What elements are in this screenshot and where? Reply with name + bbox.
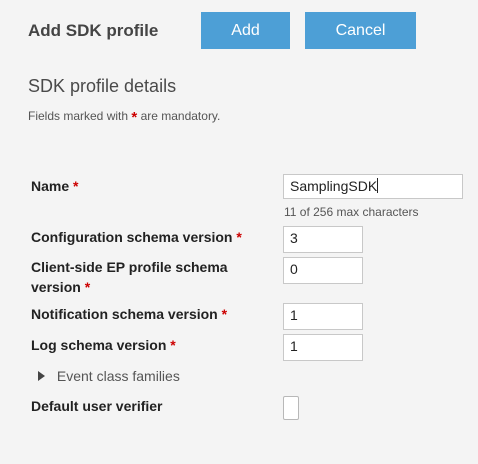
notification-schema-label: Notification schema version *: [31, 304, 227, 324]
mandatory-note: Fields marked with * are mandatory.: [28, 107, 221, 126]
mandatory-note-after: are mandatory.: [140, 109, 221, 123]
config-schema-label: Configuration schema version *: [31, 227, 242, 247]
name-input-value: SamplingSDK: [290, 178, 378, 194]
event-class-families-toggle[interactable]: Event class families: [38, 368, 180, 384]
required-marker: *: [73, 178, 79, 194]
log-schema-input[interactable]: 1: [283, 334, 363, 361]
add-button[interactable]: Add: [201, 12, 290, 49]
name-label: Name *: [31, 176, 78, 196]
name-label-text: Name: [31, 178, 70, 194]
ep-profile-schema-input[interactable]: 0: [283, 257, 363, 284]
config-schema-input[interactable]: 3: [283, 226, 363, 253]
page-title: Add SDK profile: [28, 21, 159, 40]
default-user-verifier-select[interactable]: [283, 396, 299, 420]
required-marker: *: [236, 229, 242, 245]
log-schema-label: Log schema version *: [31, 335, 176, 355]
config-schema-label-text: Configuration schema version: [31, 229, 233, 245]
ep-profile-schema-label-line2-wrap: version *: [31, 277, 228, 297]
cancel-button[interactable]: Cancel: [305, 12, 416, 49]
notification-schema-input[interactable]: 1: [283, 303, 363, 330]
ep-profile-schema-label: Client-side EP profile schema version *: [31, 257, 228, 297]
triangle-right-icon: [38, 371, 45, 381]
ep-profile-schema-label-line1: Client-side EP profile schema: [31, 259, 228, 275]
required-marker: *: [170, 337, 176, 353]
default-user-verifier-label: Default user verifier: [31, 398, 163, 414]
log-schema-label-text: Log schema version: [31, 337, 167, 353]
text-cursor: [377, 178, 379, 193]
mandatory-note-star: *: [131, 109, 138, 126]
name-char-count: 11 of 256 max characters: [284, 205, 419, 219]
required-marker: *: [221, 306, 228, 322]
mandatory-note-before: Fields marked with: [28, 109, 129, 123]
section-title: SDK profile details: [28, 76, 177, 96]
name-input[interactable]: SamplingSDK: [283, 174, 463, 199]
event-class-families-label: Event class families: [56, 368, 180, 384]
required-marker: *: [84, 279, 91, 295]
ep-profile-schema-label-line2: version: [31, 279, 81, 295]
notification-schema-label-text: Notification schema version: [31, 306, 218, 322]
